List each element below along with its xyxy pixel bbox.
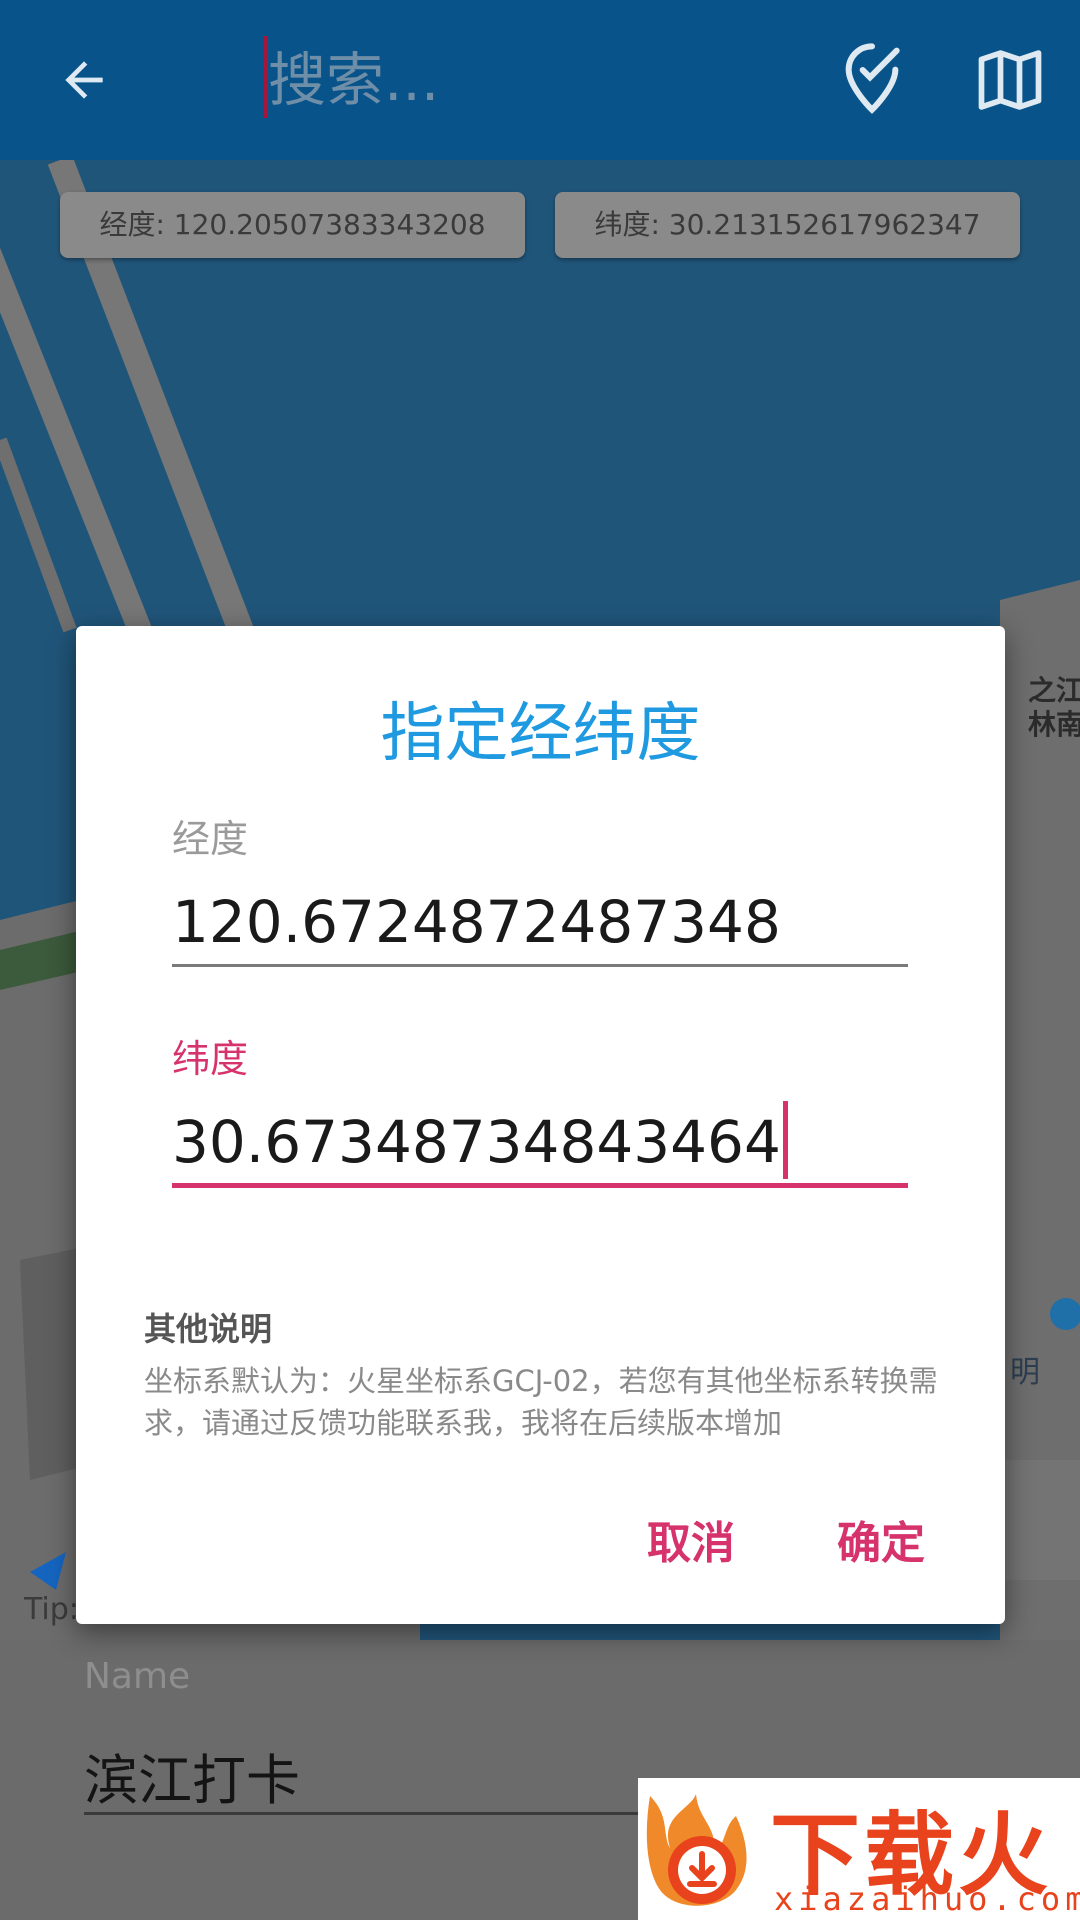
map-tip-text: Tip: (24, 1592, 79, 1627)
longitude-underline (172, 964, 908, 967)
latitude-chip-label: 纬度: (594, 208, 660, 241)
latitude-chip-value: 30.213152617962347 (668, 208, 981, 241)
latitude-chip: 纬度: 30.213152617962347 (555, 192, 1020, 258)
latitude-input-text: 30.67348734843464 (172, 1108, 781, 1176)
cancel-button[interactable]: 取消 (616, 1504, 766, 1584)
longitude-label: 经度 (172, 817, 249, 861)
note-title: 其他说明 (144, 1310, 273, 1348)
back-button[interactable] (48, 44, 120, 116)
flame-logo-icon (646, 1794, 747, 1906)
map-overlay-label: 明 (1010, 1355, 1040, 1390)
confirm-button[interactable]: 确定 (806, 1504, 956, 1584)
dialog-title: 指定经纬度 (380, 697, 701, 771)
watermark: 下载火 xiazaihuo.com (638, 1778, 1080, 1920)
app-bar: 搜索... (0, 0, 1080, 160)
name-field[interactable]: 滨江打卡 (84, 1736, 300, 1815)
latitude-underline (172, 1183, 908, 1188)
text-cursor (782, 1100, 788, 1179)
name-field-underline (84, 1812, 684, 1815)
longitude-chip-label: 经度: (99, 208, 165, 241)
coordinate-dialog: 指定经纬度 经度 120.6724872487348 纬度 30.6734873… (76, 626, 1005, 1624)
search-input[interactable]: 搜索... (268, 40, 439, 120)
map-icon[interactable] (972, 42, 1048, 118)
map-place-label-2: 林南 (1028, 708, 1080, 741)
arrow-back-icon (65, 61, 103, 99)
location-edit-icon[interactable] (832, 38, 912, 118)
note-body: 坐标系默认为：火星坐标系GCJ-02，若您有其他坐标系转换需求，请通过反馈功能联… (144, 1364, 938, 1440)
longitude-chip: 经度: 120.20507383343208 (60, 192, 525, 258)
latitude-input[interactable]: 30.67348734843464 (172, 1100, 788, 1179)
map-place-label: 之江 (1028, 674, 1080, 707)
watermark-domain: xiazaihuo.com (774, 1880, 1080, 1918)
longitude-input[interactable]: 120.6724872487348 (172, 888, 781, 956)
longitude-chip-value: 120.20507383343208 (173, 208, 486, 241)
name-field-label: Name (84, 1656, 191, 1697)
screen: 搜索... 之江 林南 明 经度: 120.20507383343208 纬度:… (0, 0, 1080, 1920)
latitude-label: 纬度 (172, 1037, 249, 1081)
